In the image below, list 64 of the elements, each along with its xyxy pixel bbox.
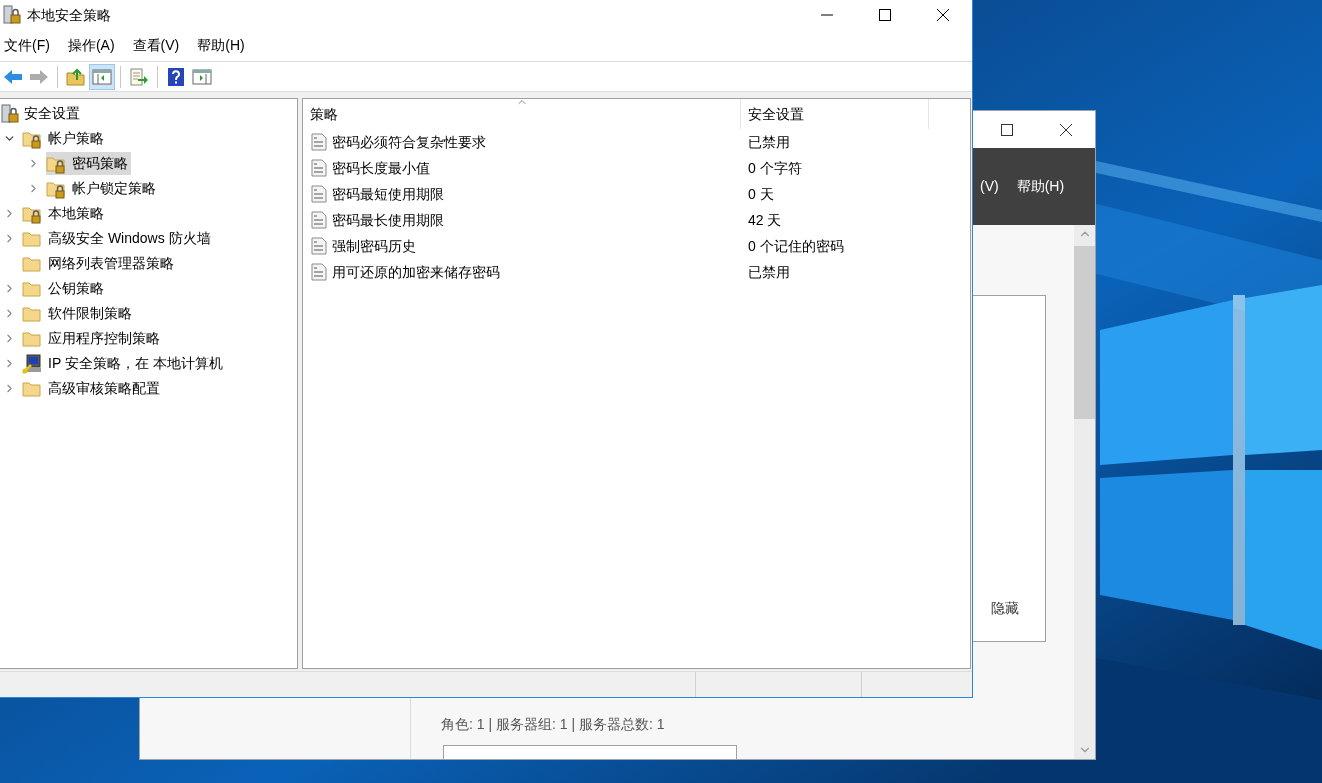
tree-item[interactable]: 公钥策略 bbox=[22, 277, 107, 300]
policy-setting: 已禁用 bbox=[747, 132, 790, 152]
close-icon bbox=[1058, 122, 1073, 137]
policy-setting: 0 天 bbox=[747, 184, 774, 204]
tree-item[interactable]: 密码策略 bbox=[46, 152, 131, 175]
tree-root[interactable]: 安全设置 bbox=[24, 103, 80, 124]
tree-item[interactable]: 高级安全 Windows 防火墙 bbox=[22, 227, 214, 250]
tree-item[interactable]: 本地策略 bbox=[22, 202, 107, 225]
policy-name: 密码长度最小值 bbox=[332, 158, 430, 178]
tree-item[interactable]: 高级审核策略配置 bbox=[22, 377, 163, 400]
policy-setting: 0 个记住的密码 bbox=[747, 236, 844, 256]
menu-item[interactable]: (V) bbox=[980, 176, 999, 197]
action-pane-icon bbox=[192, 67, 212, 86]
policy-setting: 42 天 bbox=[747, 210, 782, 230]
menu-item[interactable]: 帮助(H) bbox=[197, 35, 245, 56]
window-title: 本地安全策略 bbox=[27, 5, 111, 25]
menu-item[interactable]: 文件(F) bbox=[4, 35, 50, 56]
minimize-icon bbox=[821, 14, 833, 16]
column-header[interactable]: 策略 bbox=[303, 99, 741, 129]
policy-row[interactable]: 密码长度最小值 0 个字符 bbox=[303, 155, 970, 181]
export-list-icon bbox=[129, 67, 149, 86]
policy-name: 密码最长使用期限 bbox=[332, 210, 444, 230]
policy-setting: 已禁用 bbox=[747, 262, 790, 282]
tree-item[interactable]: 帐户锁定策略 bbox=[46, 177, 159, 200]
maximize-icon bbox=[879, 9, 891, 21]
policy-icon bbox=[311, 237, 327, 255]
server-lock-icon bbox=[0, 103, 20, 124]
policy-name: 密码最短使用期限 bbox=[332, 184, 444, 204]
policy-name: 密码必须符合复杂性要求 bbox=[332, 132, 486, 152]
policy-row[interactable]: 密码最长使用期限 42 天 bbox=[303, 207, 970, 233]
hide-link[interactable]: 隐藏 bbox=[991, 598, 1019, 619]
tree-item[interactable]: IP 安全策略，在 本地计算机 bbox=[22, 352, 226, 375]
policy-row[interactable]: 密码最短使用期限 0 天 bbox=[303, 181, 970, 207]
section-summary: 角色: 1 | 服务器组: 1 | 服务器总数: 1 bbox=[441, 715, 666, 734]
policy-icon bbox=[311, 211, 327, 229]
help-icon bbox=[167, 66, 185, 87]
scrollbar-thumb[interactable] bbox=[1074, 245, 1095, 419]
menu-item[interactable]: 帮助(H) bbox=[1016, 176, 1065, 197]
policy-row[interactable]: 用可还原的加密来储存密码 已禁用 bbox=[303, 259, 970, 285]
close-icon bbox=[936, 8, 950, 22]
policy-icon bbox=[311, 159, 327, 177]
policy-icon bbox=[311, 133, 327, 151]
back-arrow-icon bbox=[3, 67, 23, 86]
folder-up-icon bbox=[66, 67, 86, 86]
tree-item[interactable]: 帐户策略 bbox=[22, 127, 107, 150]
policy-setting: 0 个字符 bbox=[747, 158, 802, 178]
scrollbar[interactable] bbox=[1074, 225, 1095, 759]
policy-name: 用可还原的加密来储存密码 bbox=[332, 262, 500, 282]
policy-icon bbox=[311, 263, 327, 281]
policy-name: 强制密码历史 bbox=[332, 236, 416, 256]
tree-pane-icon bbox=[92, 67, 112, 86]
forward-arrow-icon bbox=[29, 67, 49, 86]
policy-row[interactable]: 密码必须符合复杂性要求 已禁用 bbox=[303, 129, 970, 155]
tree-item[interactable]: 网络列表管理器策略 bbox=[22, 252, 177, 275]
tree-item[interactable]: 应用程序控制策略 bbox=[22, 327, 163, 350]
menu-item[interactable]: 操作(A) bbox=[67, 35, 115, 56]
policy-icon bbox=[311, 185, 327, 203]
server-lock-icon bbox=[2, 5, 22, 25]
menu-item[interactable]: 查看(V) bbox=[132, 35, 180, 56]
computer-key-icon bbox=[22, 353, 42, 374]
policy-row[interactable]: 强制密码历史 0 个记住的密码 bbox=[303, 233, 970, 259]
column-header[interactable]: 安全设置 bbox=[741, 99, 929, 129]
maximize-icon bbox=[1000, 123, 1013, 136]
tree-item[interactable]: 软件限制策略 bbox=[22, 302, 135, 325]
